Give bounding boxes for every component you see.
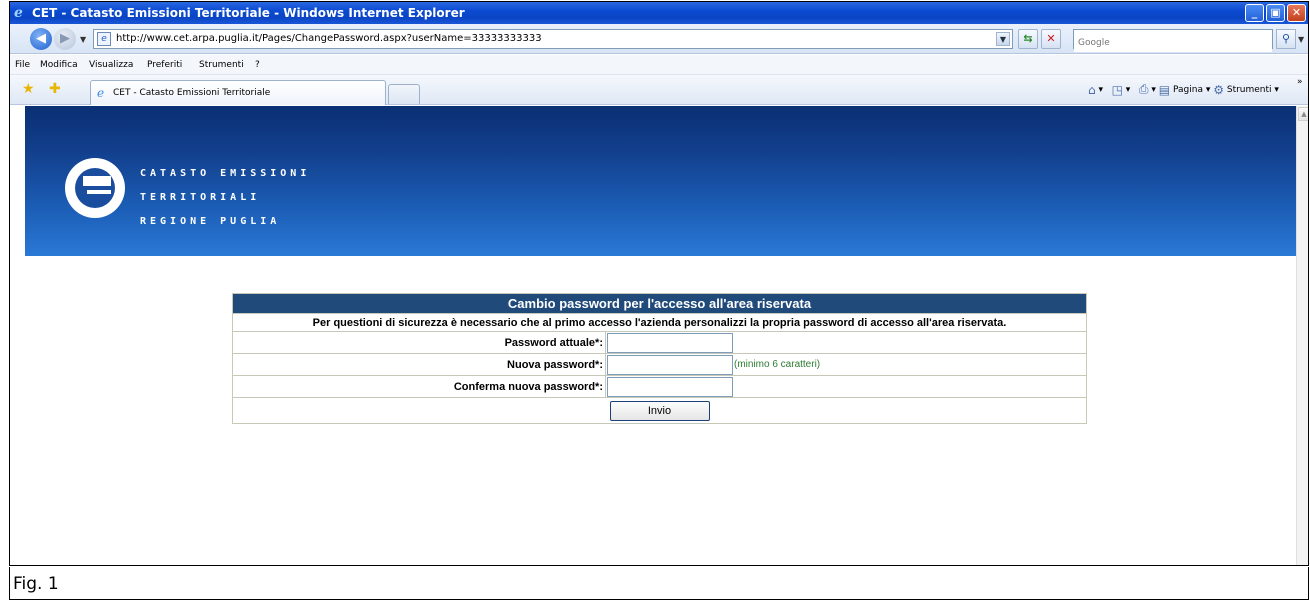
vertical-scrollbar[interactable]: ▲ bbox=[1296, 106, 1308, 565]
tab-cet[interactable]: e CET - Catasto Emissioni Territoriale bbox=[90, 80, 386, 105]
confirm-password-input[interactable] bbox=[607, 376, 733, 397]
maximize-button[interactable]: ▣ bbox=[1266, 4, 1285, 22]
page-menu-button[interactable]: Pagina bbox=[1173, 85, 1203, 95]
stop-icon[interactable]: ✕ bbox=[1041, 29, 1061, 49]
banner-line-3: REGIONE PUGLIA bbox=[140, 216, 281, 227]
history-dropdown-icon[interactable]: ▼ bbox=[80, 35, 86, 44]
form-info-text: Per questioni di sicurezza è necessario … bbox=[232, 313, 1087, 332]
submit-button[interactable]: Invio bbox=[609, 400, 710, 421]
cet-logo bbox=[65, 158, 125, 218]
command-bar: ⌂ ▾ ◳ ▾ ⎙ ▾ ▤ Pagina ▾ ⚙ Strumenti ▾ bbox=[1088, 82, 1279, 97]
menu-modifica[interactable]: Modifica bbox=[40, 60, 78, 70]
search-options-icon[interactable]: ▼ bbox=[1298, 35, 1304, 44]
search-input[interactable] bbox=[1074, 34, 1272, 52]
banner-line-1: CATASTO EMISSIONI bbox=[140, 168, 311, 179]
address-dropdown-icon[interactable]: ▼ bbox=[996, 32, 1010, 46]
minimize-button[interactable]: _ bbox=[1245, 4, 1264, 22]
page-icon: e bbox=[97, 32, 111, 46]
menu-preferiti[interactable]: Preferiti bbox=[147, 60, 182, 70]
menu-help[interactable]: ? bbox=[255, 60, 260, 70]
tab-label: CET - Catasto Emissioni Territoriale bbox=[113, 88, 271, 98]
current-password-label: Password attuale*: bbox=[232, 331, 606, 354]
favorites-star-icon[interactable]: ★ bbox=[22, 82, 35, 96]
menu-strumenti[interactable]: Strumenti bbox=[199, 60, 244, 70]
ie-tab-icon: e bbox=[97, 86, 105, 100]
print-icon[interactable]: ⎙ bbox=[1139, 82, 1149, 97]
figure-caption: Fig. 1 bbox=[9, 567, 1309, 600]
menu-bar: File Modifica Visualizza Preferiti Strum… bbox=[10, 55, 1308, 75]
back-button[interactable]: ◀ bbox=[30, 28, 52, 50]
title-bar: e CET - Catasto Emissioni Territoriale -… bbox=[10, 2, 1308, 24]
address-bar-row: ◀ ▶ ▼ e http://www.cet.arpa.puglia.it/Pa… bbox=[10, 24, 1308, 54]
add-favorite-icon[interactable]: ✚ bbox=[49, 82, 61, 96]
search-icon[interactable]: ⚲ bbox=[1276, 29, 1296, 49]
address-field[interactable]: e http://www.cet.arpa.puglia.it/Pages/Ch… bbox=[93, 29, 1013, 49]
search-box[interactable] bbox=[1073, 29, 1273, 52]
scroll-up-icon[interactable]: ▲ bbox=[1298, 107, 1308, 121]
page-menu-icon[interactable]: ▤ bbox=[1159, 83, 1170, 97]
header-banner: CATASTO EMISSIONI TERRITORIALI REGIONE P… bbox=[25, 106, 1296, 256]
url-text[interactable]: http://www.cet.arpa.puglia.it/Pages/Chan… bbox=[116, 33, 542, 44]
change-password-form: Cambio password per l'accesso all'area r… bbox=[232, 293, 1087, 424]
ie-logo-icon: e bbox=[14, 5, 23, 21]
form-heading: Cambio password per l'accesso all'area r… bbox=[232, 293, 1087, 314]
banner-line-2: TERRITORIALI bbox=[140, 192, 261, 203]
new-password-hint: (minimo 6 caratteri) bbox=[734, 359, 821, 370]
home-icon[interactable]: ⌂ bbox=[1088, 83, 1096, 97]
feeds-icon[interactable]: ◳ bbox=[1112, 83, 1123, 97]
forward-button[interactable]: ▶ bbox=[54, 28, 76, 50]
tools-gear-icon[interactable]: ⚙ bbox=[1213, 83, 1224, 97]
menu-file[interactable]: File bbox=[15, 60, 30, 70]
tools-menu-button[interactable]: Strumenti bbox=[1227, 85, 1272, 95]
tab-row: ★ ✚ e CET - Catasto Emissioni Territoria… bbox=[10, 75, 1308, 105]
confirm-password-label: Conferma nuova password*: bbox=[232, 375, 606, 398]
chevron-more-icon[interactable]: » bbox=[1297, 77, 1303, 87]
close-button[interactable]: ✕ bbox=[1287, 4, 1306, 22]
page-content: CATASTO EMISSIONI TERRITORIALI REGIONE P… bbox=[10, 106, 1296, 565]
new-password-input[interactable] bbox=[607, 354, 733, 375]
new-tab-button[interactable] bbox=[388, 84, 420, 104]
browser-window: e CET - Catasto Emissioni Territoriale -… bbox=[9, 1, 1309, 566]
window-title: CET - Catasto Emissioni Territoriale - W… bbox=[32, 6, 465, 20]
refresh-icon[interactable]: ⇆ bbox=[1018, 29, 1038, 49]
current-password-input[interactable] bbox=[607, 332, 733, 353]
new-password-label: Nuova password*: bbox=[232, 353, 606, 376]
menu-visualizza[interactable]: Visualizza bbox=[89, 60, 133, 70]
